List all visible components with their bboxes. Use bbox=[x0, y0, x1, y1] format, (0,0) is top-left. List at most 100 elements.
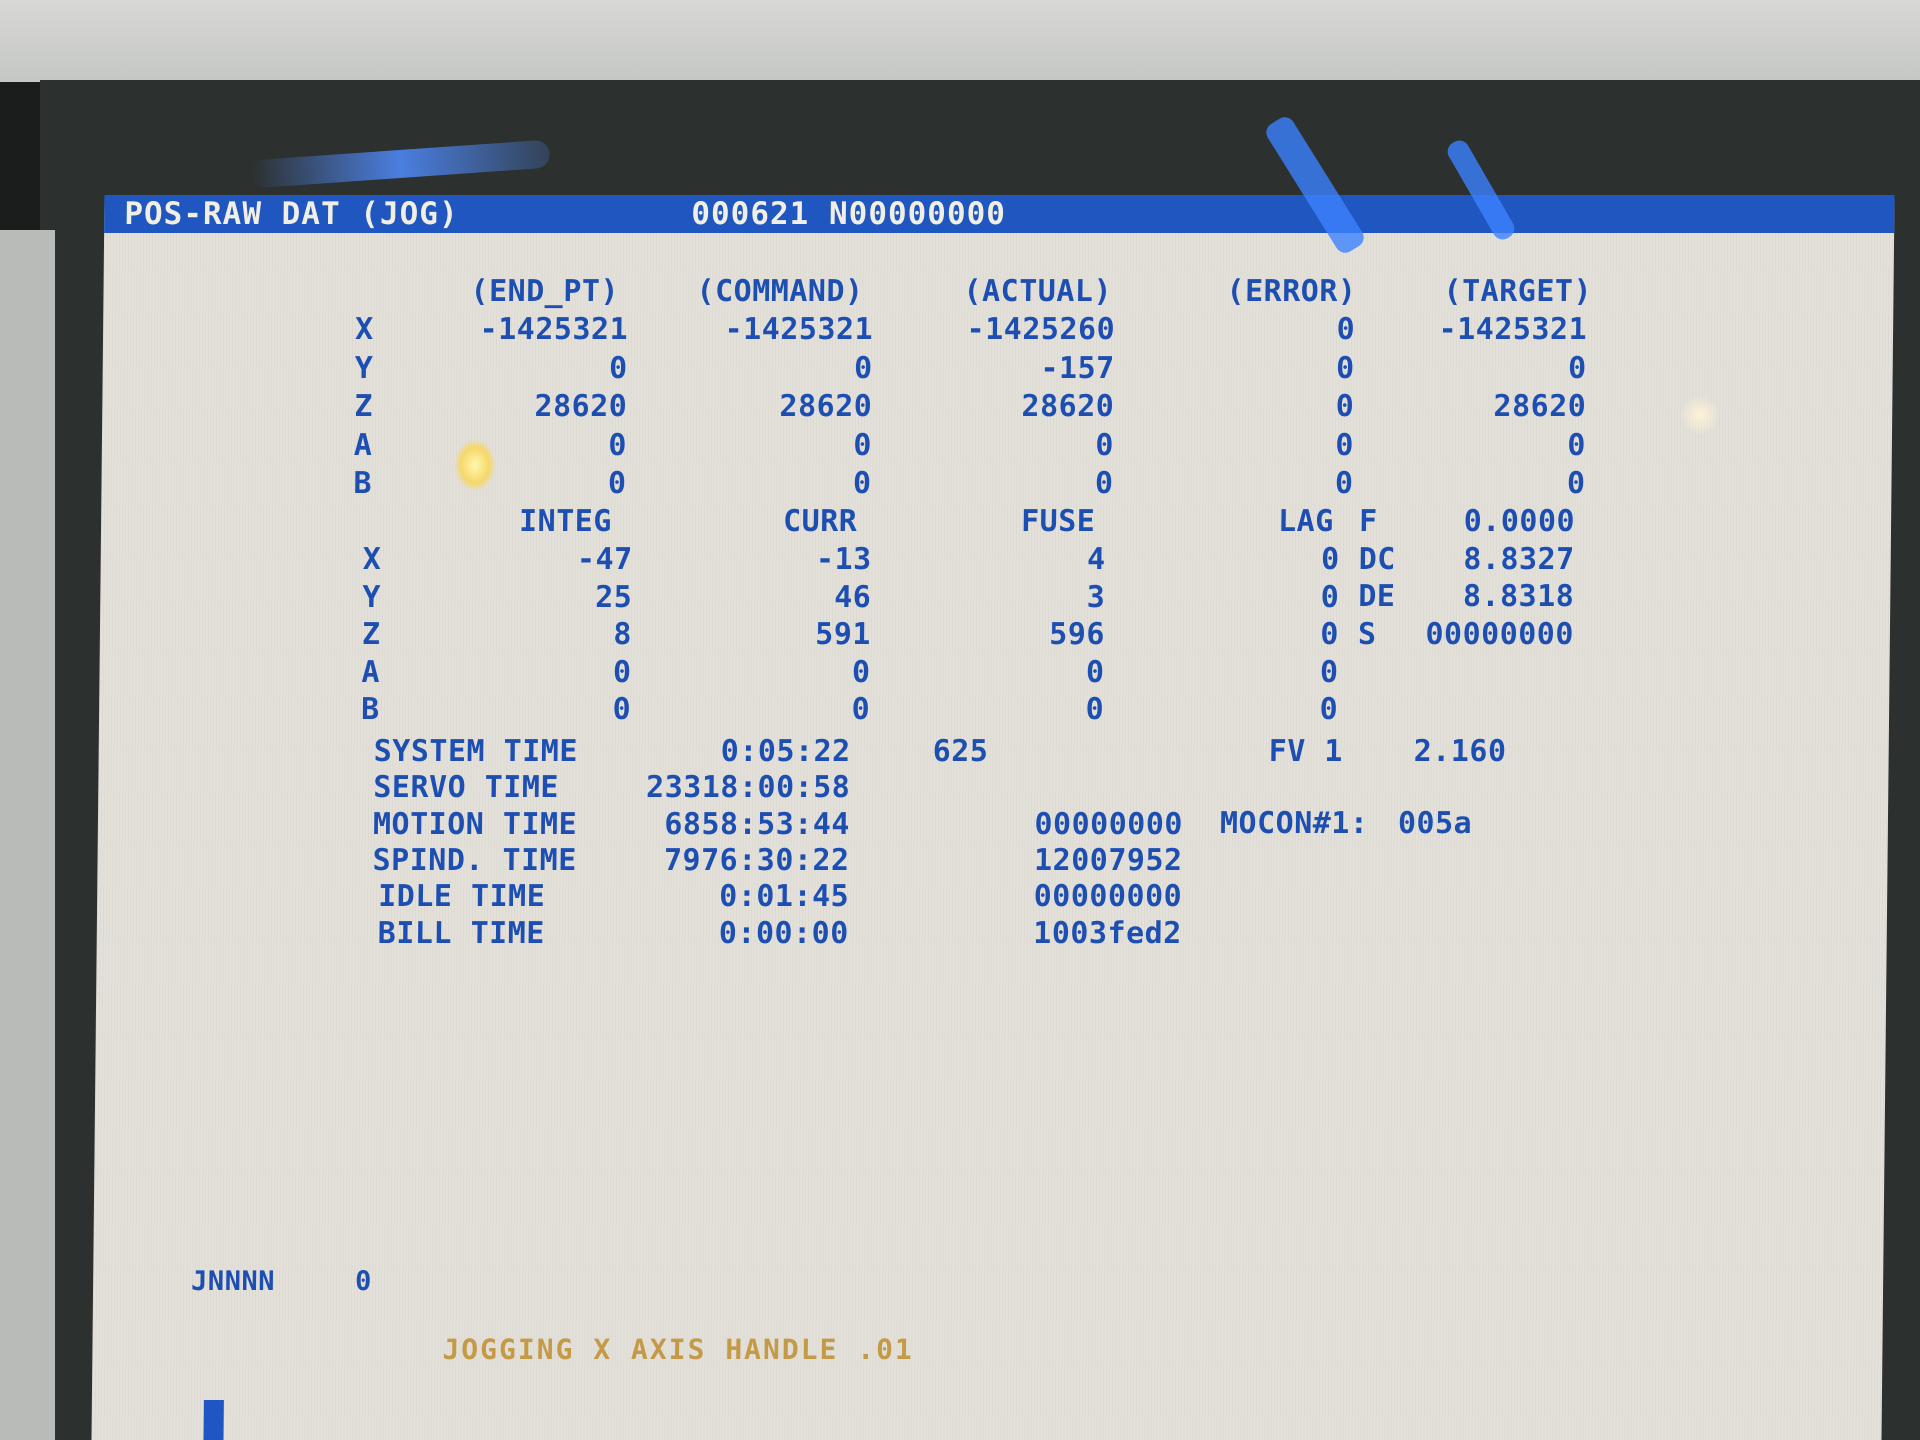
time-value: 7976:30:22 bbox=[663, 842, 850, 878]
servo-value: 0 bbox=[612, 692, 632, 727]
servo-value: 8 bbox=[613, 617, 633, 652]
mocon-value: 005a bbox=[1397, 806, 1473, 841]
servo-value: -47 bbox=[576, 542, 633, 577]
time-label: BILL TIME bbox=[377, 915, 546, 951]
column-header: FUSE bbox=[1020, 504, 1096, 539]
time-value: 0:01:45 bbox=[719, 879, 850, 915]
column-header: (TARGET) bbox=[1443, 274, 1593, 309]
cnc-screen: POS-RAW DAT (JOG) 000621 N00000000 (END_… bbox=[91, 195, 1895, 1440]
page-title: POS-RAW DAT (JOG) bbox=[124, 196, 459, 232]
position-value: 28620 bbox=[1493, 389, 1587, 424]
light-reflection bbox=[455, 440, 495, 490]
servo-value: 25 bbox=[595, 579, 633, 615]
firmware-label: FV 1 bbox=[1268, 734, 1344, 769]
time-extra: 12007952 bbox=[1033, 842, 1183, 878]
servo-value: 0 bbox=[851, 654, 871, 690]
position-value: 0 bbox=[608, 427, 628, 463]
position-value: -1425321 bbox=[724, 312, 874, 347]
time-value: 0:00:00 bbox=[718, 915, 849, 951]
position-value: 0 bbox=[1336, 312, 1356, 347]
time-label: MOTION TIME bbox=[372, 806, 578, 842]
axis-label: Y bbox=[362, 579, 382, 615]
position-value: 0 bbox=[607, 466, 627, 501]
time-label: IDLE TIME bbox=[377, 879, 546, 915]
position-value: -1425260 bbox=[966, 312, 1116, 347]
side-value: 8.8318 bbox=[1462, 579, 1575, 614]
position-value: 0 bbox=[853, 350, 873, 386]
servo-value: 0 bbox=[612, 654, 632, 690]
status-message: JOGGING X AXIS HANDLE .01 bbox=[442, 1333, 915, 1366]
input-line-value[interactable]: 0 bbox=[355, 1265, 372, 1299]
position-value: 0 bbox=[1095, 427, 1115, 463]
position-value: 0 bbox=[1567, 427, 1587, 463]
column-header: INTEG bbox=[518, 504, 613, 539]
input-line-label[interactable]: JNNNN bbox=[191, 1265, 275, 1299]
position-value: 0 bbox=[852, 466, 872, 501]
position-value: -1425321 bbox=[1438, 312, 1588, 347]
servo-value: 4 bbox=[1086, 542, 1106, 577]
time-label: SERVO TIME bbox=[373, 770, 560, 806]
axis-label: B bbox=[353, 466, 373, 501]
axis-label: Z bbox=[354, 389, 374, 424]
axis-label: A bbox=[361, 654, 381, 690]
time-value: 6858:53:44 bbox=[664, 806, 851, 842]
servo-value: 0 bbox=[1319, 654, 1339, 690]
servo-value: -13 bbox=[815, 542, 872, 577]
column-header: LAG bbox=[1277, 504, 1334, 539]
servo-value: 591 bbox=[815, 617, 872, 652]
position-value: -1425321 bbox=[479, 312, 629, 347]
machine-housing bbox=[0, 0, 1920, 85]
servo-value: 46 bbox=[834, 579, 872, 615]
servo-value: 0 bbox=[1320, 542, 1340, 577]
header-bar: POS-RAW DAT (JOG) 000621 N00000000 bbox=[104, 195, 1895, 233]
side-panel bbox=[0, 230, 55, 1440]
time-extra: 00000000 bbox=[1034, 806, 1184, 842]
axis-label: Y bbox=[354, 350, 374, 386]
position-value: 28620 bbox=[1021, 389, 1115, 424]
servo-value: 0 bbox=[1320, 579, 1340, 615]
time-label: SYSTEM TIME bbox=[373, 734, 579, 769]
time-extra: 1003fed2 bbox=[1033, 915, 1182, 951]
column-header: (ERROR) bbox=[1226, 274, 1357, 309]
axis-label: X bbox=[362, 542, 382, 577]
time-extra: 625 bbox=[932, 734, 989, 769]
axis-label: A bbox=[353, 427, 373, 463]
servo-value: 0 bbox=[1320, 617, 1340, 652]
time-extra: 00000000 bbox=[1033, 879, 1183, 915]
position-value: -157 bbox=[1040, 350, 1115, 386]
servo-value: 0 bbox=[1085, 654, 1105, 690]
position-value: 28620 bbox=[779, 389, 873, 424]
column-header: (COMMAND) bbox=[696, 274, 864, 309]
axis-label: Z bbox=[361, 617, 381, 652]
position-value: 0 bbox=[1335, 389, 1355, 424]
position-value: 0 bbox=[1094, 466, 1114, 501]
position-value: 0 bbox=[608, 350, 628, 386]
servo-value: 596 bbox=[1049, 617, 1106, 652]
column-header: CURR bbox=[782, 504, 858, 539]
firmware-version: 2.160 bbox=[1413, 734, 1507, 769]
text-cursor bbox=[203, 1400, 224, 1440]
program-number: 000621 N00000000 bbox=[691, 196, 1007, 232]
position-value: 0 bbox=[1335, 350, 1355, 386]
side-value: 8.8327 bbox=[1463, 541, 1575, 577]
mocon-label: MOCON#1: bbox=[1219, 806, 1369, 841]
side-value: 0.0000 bbox=[1463, 504, 1576, 539]
column-header: (ACTUAL) bbox=[963, 274, 1113, 309]
position-value: 0 bbox=[853, 427, 873, 463]
position-value: 0 bbox=[1335, 427, 1355, 463]
position-value: 28620 bbox=[534, 389, 628, 424]
position-value: 0 bbox=[1567, 350, 1587, 386]
time-label: SPIND. TIME bbox=[372, 842, 577, 878]
servo-value: 0 bbox=[851, 692, 871, 727]
time-value: 0:05:22 bbox=[720, 734, 851, 769]
servo-value: 0 bbox=[1085, 692, 1105, 727]
position-value: 0 bbox=[1334, 466, 1354, 501]
axis-label: X bbox=[354, 312, 374, 347]
time-value: 23318:00:58 bbox=[645, 770, 851, 806]
servo-value: 0 bbox=[1319, 692, 1339, 727]
light-reflection bbox=[1680, 395, 1720, 435]
side-value: 00000000 bbox=[1425, 616, 1575, 652]
position-value: 0 bbox=[1566, 466, 1586, 501]
column-header: (END_PT) bbox=[470, 274, 620, 309]
axis-label: B bbox=[360, 692, 380, 727]
